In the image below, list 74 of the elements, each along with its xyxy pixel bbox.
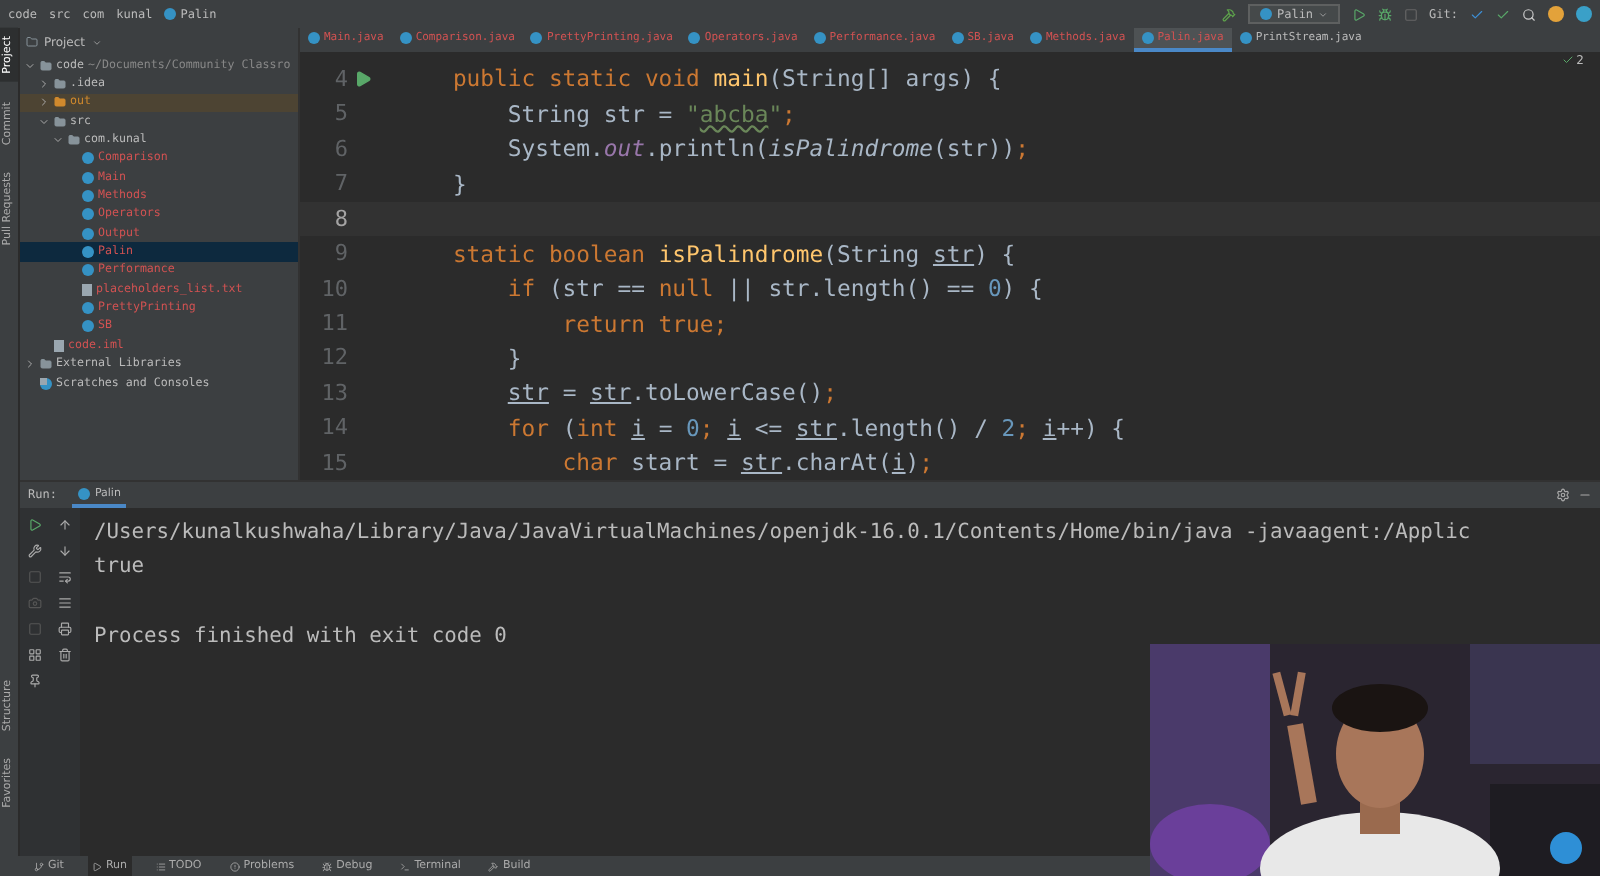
down-arrow-icon[interactable] [58,544,72,558]
soft-wrap-icon[interactable] [58,570,72,584]
problems-icon[interactable] [229,861,240,871]
rerun-icon[interactable] [28,518,42,532]
caret-icon[interactable] [1317,9,1328,19]
console-output: Process finished with exit code 0 [94,623,509,652]
debug-icon[interactable] [322,861,333,871]
console-output: true [94,554,147,583]
console-output: /Users/kunalkushwaha/Library/Java/JavaVirtualMachines/openjdk-16.0.1/Contents/Home/bin/java -javaagent:/Applic [94,520,1473,548]
terminal-icon[interactable] [400,861,411,871]
code-text: } [450,169,467,198]
line-number: 4 [332,65,348,92]
scratches-icon [40,377,52,390]
folder-icon [40,358,52,371]
wrench-icon[interactable] [28,544,42,558]
line-number: 14 [319,414,348,441]
code-text: return true; [560,309,728,338]
code-text: static boolean isPalindrome(String str) { [450,239,1016,268]
trash-icon[interactable] [58,648,72,662]
debug-icon[interactable] [1377,7,1392,21]
line-number: 6 [332,135,348,162]
todo-icon[interactable] [155,861,165,871]
class-icon [308,31,320,44]
print-icon[interactable] [58,622,72,636]
line-number: 9 [332,240,348,267]
layout-icon[interactable] [28,648,42,662]
line-number: 11 [319,310,348,337]
file-icon [82,283,92,296]
code-text: for (int i = 0; i <= str.length() / 2; i++) { [505,413,1126,442]
settings-icon[interactable] [1556,488,1570,502]
line-number: 10 [319,275,348,302]
scroll-to-end-icon[interactable] [58,596,72,610]
code-text: str = str.toLowerCase(); [505,378,837,407]
hammer-icon[interactable] [1222,7,1237,21]
run-gutter-icon[interactable] [354,69,372,88]
code-text: System.out.println(isPalindrome(str)); [505,134,1030,163]
code-text: } [505,343,522,372]
code-text: if (str == null || str.length() == 0) { [505,274,1043,303]
git-icon[interactable] [34,861,44,871]
line-number: 7 [332,170,348,197]
code-text: char start = str.charAt(i); [560,448,933,477]
class-icon [688,31,701,44]
class-icon [164,8,177,20]
file-icon [54,339,64,352]
project-icon [26,36,38,48]
line-number: 13 [319,379,348,406]
run-icon[interactable] [1351,7,1366,21]
code-text: public static void main(String[] args) { [450,64,1002,93]
class-icon [1141,31,1154,44]
folder-icon [54,78,66,91]
folder-icon [54,96,66,109]
search-icon[interactable] [1522,7,1536,21]
folder-icon [68,134,80,147]
commit-icon[interactable] [1470,7,1484,21]
build-icon[interactable] [488,861,499,871]
code-text: String str = "abcba"; [505,99,796,128]
line-number: 8 [332,205,348,232]
class-icon [78,487,91,499]
folder-icon [54,115,66,128]
up-arrow-icon[interactable] [58,518,72,532]
class-icon [399,31,412,44]
line-number: 15 [319,449,348,476]
class-icon [951,31,964,44]
line-number: 12 [319,344,348,371]
class-icon [530,31,543,44]
line-number: 5 [332,100,348,127]
check-icon[interactable] [1496,7,1510,21]
folder-icon [40,59,52,72]
class-icon [813,31,826,44]
class-icon [1029,31,1042,44]
pin-icon[interactable] [28,674,42,688]
minimize-icon[interactable] [1578,488,1592,502]
run-icon[interactable] [91,861,102,871]
dropdown-icon[interactable] [91,37,102,47]
